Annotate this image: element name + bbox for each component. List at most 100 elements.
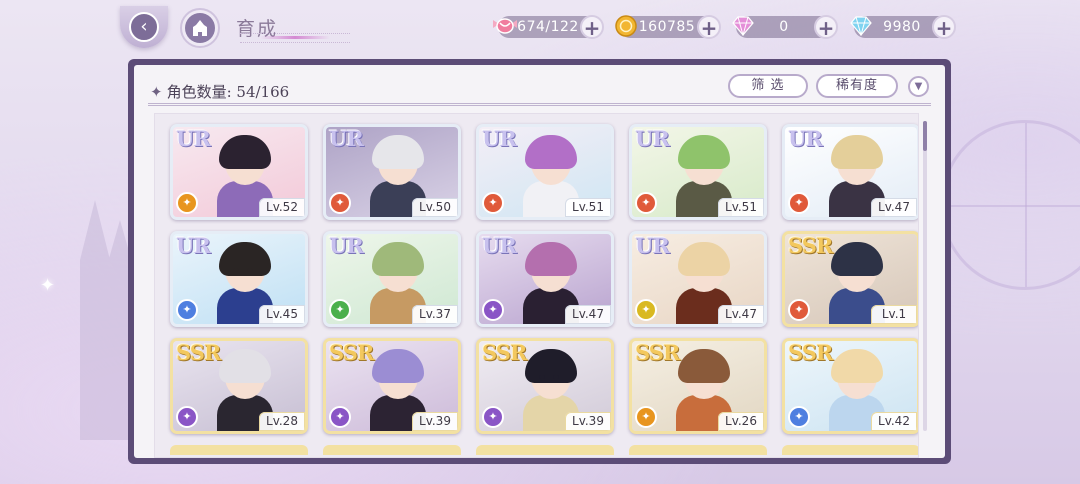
eye xyxy=(247,161,253,165)
gold-coin-icon xyxy=(611,11,641,41)
home-button[interactable] xyxy=(180,8,220,48)
header-divider xyxy=(148,103,931,106)
eye xyxy=(845,375,851,379)
diamond-icon xyxy=(846,11,876,41)
character-card[interactable]: UR ✦ Lv.47 xyxy=(782,124,918,220)
eye xyxy=(386,375,392,379)
four-point-star-icon: ✦ xyxy=(150,83,163,101)
eye xyxy=(386,268,392,272)
character-card[interactable]: UR ✦ Lv.37 xyxy=(323,231,461,327)
level-label: Lv.51 xyxy=(565,198,611,217)
eye xyxy=(553,161,559,165)
attribute-icon: ✦ xyxy=(329,192,351,214)
character-card[interactable]: SSR ✦ Lv.1 xyxy=(782,231,918,327)
attribute-icon: ✦ xyxy=(482,406,504,428)
level-label: Lv.28 xyxy=(259,412,305,431)
eye xyxy=(692,161,698,165)
rarity-badge: UR xyxy=(329,126,364,151)
hair xyxy=(219,242,271,276)
eye xyxy=(400,268,406,272)
character-card[interactable]: SSR ✦ Lv.39 xyxy=(323,338,461,434)
currency-diamond: 9980 + xyxy=(850,15,956,39)
attribute-icon: ✦ xyxy=(788,192,810,214)
rarity-badge: UR xyxy=(788,126,823,151)
character-count: ✦ 角色数量: 54/166 xyxy=(150,81,289,102)
currency-coin: 160785 + xyxy=(615,15,721,39)
character-card[interactable]: UR ✦ Lv.52 xyxy=(170,124,308,220)
attribute-icon: ✦ xyxy=(788,299,810,321)
character-card[interactable]: UR ✦ Lv.51 xyxy=(629,124,767,220)
eye xyxy=(539,375,545,379)
filter-button[interactable]: 筛 选 xyxy=(728,74,808,98)
scrollbar-thumb[interactable] xyxy=(923,121,927,151)
eye xyxy=(706,375,712,379)
add-diamond-button[interactable]: + xyxy=(932,15,956,39)
hair xyxy=(678,349,730,383)
eye xyxy=(233,161,239,165)
rarity-badge: UR xyxy=(176,126,211,151)
rarity-badge: SSR xyxy=(788,233,833,258)
character-card-partial[interactable] xyxy=(170,445,308,455)
attribute-icon: ✦ xyxy=(329,299,351,321)
character-card[interactable]: UR ✦ Lv.47 xyxy=(629,231,767,327)
pink-gem-icon xyxy=(728,11,758,41)
character-card[interactable]: SSR ✦ Lv.28 xyxy=(170,338,308,434)
currency-gem: 0 + xyxy=(732,15,838,39)
character-grid: UR ✦ Lv.52 UR ✦ Lv.50 UR ✦ Lv.51 UR ✦ Lv.51 UR ✦ Lv.47… xyxy=(154,113,919,458)
hair xyxy=(372,135,424,169)
character-card-partial[interactable] xyxy=(476,445,614,455)
eye xyxy=(400,375,406,379)
eye xyxy=(247,375,253,379)
hair xyxy=(372,242,424,276)
eye xyxy=(539,268,545,272)
back-button[interactable]: ‹ xyxy=(120,6,168,48)
title-decoration xyxy=(240,33,350,43)
character-card-partial[interactable] xyxy=(629,445,767,455)
attribute-icon: ✦ xyxy=(635,299,657,321)
character-card[interactable]: UR ✦ Lv.45 xyxy=(170,231,308,327)
scrollbar-track[interactable] xyxy=(923,121,927,431)
level-label: Lv.42 xyxy=(871,412,917,431)
level-label: Lv.47 xyxy=(871,198,917,217)
ferris-wheel-decoration xyxy=(940,120,1080,290)
eye xyxy=(400,161,406,165)
castle-home-icon xyxy=(185,13,215,43)
character-card[interactable]: UR ✦ Lv.47 xyxy=(476,231,614,327)
add-gem-button[interactable]: + xyxy=(814,15,838,39)
hair xyxy=(831,242,883,276)
rarity-badge: SSR xyxy=(329,340,374,365)
character-card[interactable]: UR ✦ Lv.51 xyxy=(476,124,614,220)
currency-candy: 674/122 + xyxy=(493,15,604,39)
eye xyxy=(553,268,559,272)
character-card-partial[interactable] xyxy=(323,445,461,455)
add-candy-button[interactable]: + xyxy=(580,15,604,39)
attribute-icon: ✦ xyxy=(482,192,504,214)
candy-icon xyxy=(490,11,520,41)
rarity-badge: UR xyxy=(329,233,364,258)
eye xyxy=(386,161,392,165)
attribute-icon: ✦ xyxy=(635,192,657,214)
hair xyxy=(525,242,577,276)
character-card[interactable]: SSR ✦ Lv.39 xyxy=(476,338,614,434)
rarity-badge: UR xyxy=(635,233,670,258)
add-coin-button[interactable]: + xyxy=(697,15,721,39)
level-label: Lv.47 xyxy=(565,305,611,324)
character-count-label: 角色数量: 54/166 xyxy=(166,83,290,101)
eye xyxy=(539,161,545,165)
level-label: Lv.50 xyxy=(412,198,458,217)
character-card[interactable]: SSR ✦ Lv.42 xyxy=(782,338,918,434)
sort-direction-icon[interactable]: ▼ xyxy=(908,76,929,97)
rarity-badge: SSR xyxy=(176,340,221,365)
character-card[interactable]: UR ✦ Lv.50 xyxy=(323,124,461,220)
eye xyxy=(706,161,712,165)
level-label: Lv.1 xyxy=(871,305,917,324)
hair xyxy=(678,242,730,276)
attribute-icon: ✦ xyxy=(176,299,198,321)
level-label: Lv.39 xyxy=(412,412,458,431)
rarity-sort-button[interactable]: 稀有度 xyxy=(816,74,898,98)
character-card[interactable]: SSR ✦ Lv.26 xyxy=(629,338,767,434)
hair xyxy=(831,135,883,169)
rarity-badge: UR xyxy=(482,126,517,151)
hair xyxy=(219,135,271,169)
character-card-partial[interactable] xyxy=(782,445,918,455)
